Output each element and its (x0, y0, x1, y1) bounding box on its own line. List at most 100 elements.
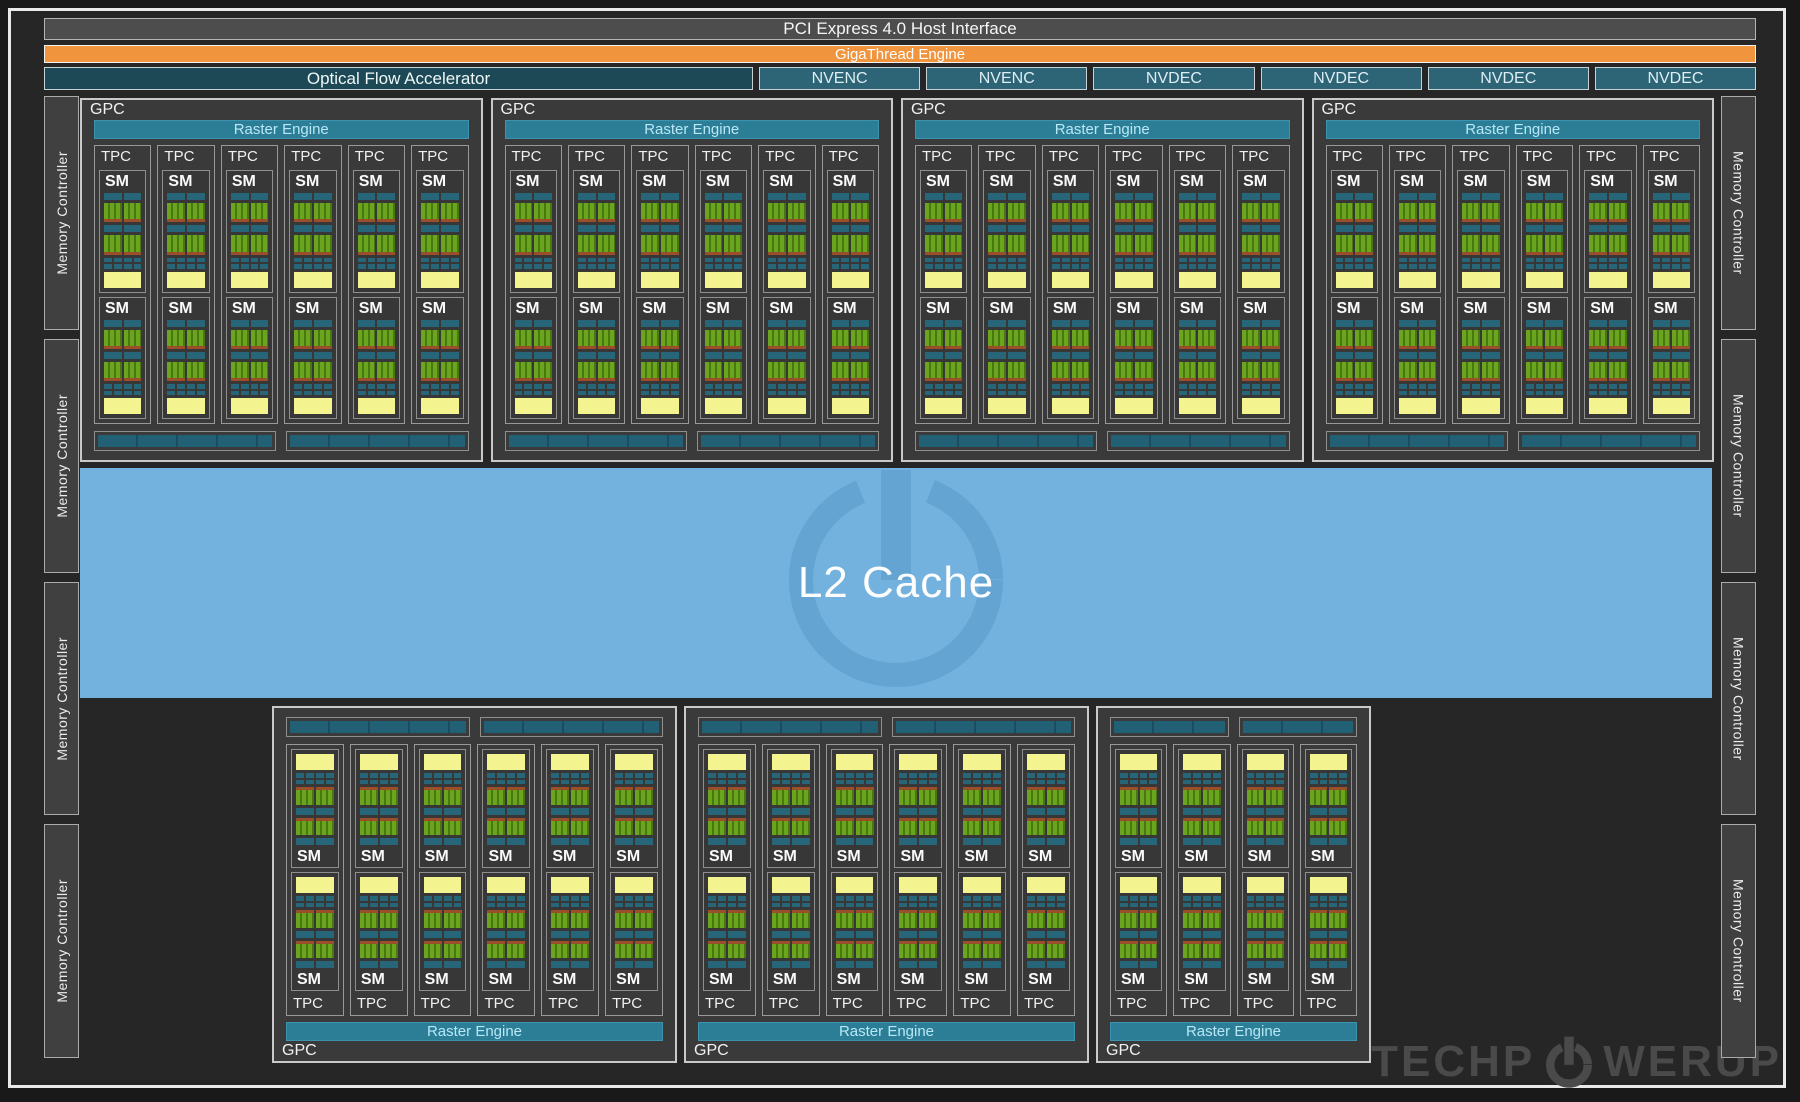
sm-scheduler-strip (1653, 320, 1690, 327)
sm-scheduler-strip (836, 931, 874, 938)
sm-label: SM (708, 848, 746, 865)
memory-controller-label: Memory Controller (1731, 151, 1747, 275)
sm-block: SM (700, 170, 747, 293)
tpc-label: TPC (1110, 148, 1157, 166)
sm-block: SM (1331, 297, 1378, 420)
tpc-label: TPC (99, 148, 146, 166)
sm-scheduler-strip (231, 320, 268, 327)
sm-core-array (1526, 330, 1563, 349)
sm-block: SM (831, 872, 879, 991)
tpc-block: TPCSMSM (286, 744, 344, 1016)
sm-core-array (1052, 330, 1089, 349)
sm-register-block (231, 398, 268, 414)
memory-controller-label: Memory Controller (54, 151, 70, 275)
sm-lsu-grid (899, 896, 937, 907)
sm-block: SM (291, 749, 339, 868)
sm-lsu-grid (1399, 258, 1436, 269)
sm-block: SM (610, 872, 658, 991)
sm-register-block (360, 877, 398, 893)
sm-scheduler-strip (1526, 193, 1563, 200)
sm-scheduler-strip (708, 961, 746, 968)
sm-label: SM (925, 173, 962, 190)
tpc-label: TPC (894, 995, 942, 1013)
sm-scheduler-strip (705, 320, 742, 327)
sm-scheduler-strip (1589, 193, 1626, 200)
sm-scheduler-strip (705, 352, 742, 359)
sm-core-array (836, 818, 874, 836)
sm-label: SM (899, 848, 937, 865)
sm-block: SM (1022, 872, 1070, 991)
sm-register-block (641, 272, 678, 288)
sm-scheduler-strip (424, 808, 462, 815)
tpc-label: TPC (958, 995, 1006, 1013)
sm-scheduler-strip (1589, 352, 1626, 359)
sm-scheduler-strip (1120, 808, 1157, 815)
sm-scheduler-strip (925, 225, 962, 232)
sm-label: SM (1399, 300, 1436, 317)
sm-core-array (988, 362, 1025, 381)
sm-core-array (1526, 203, 1563, 222)
sm-scheduler-strip (1242, 225, 1279, 232)
raster-engine-label: Raster Engine (1465, 121, 1560, 138)
sm-core-array (641, 203, 678, 222)
sm-scheduler-strip (641, 320, 678, 327)
sm-core-array (515, 203, 552, 222)
sm-scheduler-strip (578, 193, 615, 200)
sm-lsu-grid (1179, 384, 1216, 395)
sm-block: SM (763, 170, 810, 293)
sm-block: SM (610, 749, 658, 868)
sm-label: SM (1242, 173, 1279, 190)
sm-core-array (424, 941, 462, 959)
raster-engine-bar: Raster Engine (915, 120, 1290, 139)
sm-core-array (487, 818, 525, 836)
raster-engine-label: Raster Engine (1186, 1023, 1281, 1040)
sm-scheduler-strip (358, 320, 395, 327)
sm-scheduler-strip (1310, 931, 1347, 938)
sm-lsu-grid (1027, 896, 1065, 907)
sm-scheduler-strip (705, 225, 742, 232)
sm-scheduler-strip (1120, 931, 1157, 938)
codec-unit-label: NVDEC (1146, 70, 1202, 88)
sm-label: SM (1242, 300, 1279, 317)
tpc-label: TPC (1584, 148, 1631, 166)
sm-label: SM (705, 300, 742, 317)
tpc-label: TPC (226, 148, 273, 166)
sm-block: SM (1174, 297, 1221, 420)
sm-scheduler-strip (708, 808, 746, 815)
sm-block: SM (1394, 170, 1441, 293)
sm-register-block (768, 398, 805, 414)
sm-label: SM (578, 300, 615, 317)
tpc-block: TPCSMSM (94, 145, 151, 424)
sm-block: SM (894, 872, 942, 991)
sm-lsu-grid (1526, 258, 1563, 269)
tpc-label: TPC (767, 995, 815, 1013)
tpc-label: TPC (291, 995, 339, 1013)
sm-label: SM (551, 848, 589, 865)
rop-strip (1518, 431, 1700, 451)
sm-label: SM (1179, 300, 1216, 317)
sm-register-block (1589, 398, 1626, 414)
sm-lsu-grid (104, 258, 141, 269)
sm-scheduler-strip (772, 961, 810, 968)
sm-scheduler-strip (832, 225, 869, 232)
sm-lsu-grid (551, 896, 589, 907)
sm-register-block (1052, 272, 1089, 288)
sm-scheduler-strip (487, 808, 525, 815)
sm-core-array (360, 910, 398, 928)
sm-label: SM (832, 173, 869, 190)
sm-label: SM (424, 971, 462, 988)
sm-register-block (358, 398, 395, 414)
sm-lsu-grid (1653, 384, 1690, 395)
sm-scheduler-strip (1183, 961, 1220, 968)
sm-core-array (1052, 203, 1089, 222)
tpc-block: TPCSMSM (978, 145, 1035, 424)
sm-block: SM (1178, 749, 1225, 868)
sm-lsu-grid (1179, 258, 1216, 269)
sm-block: SM (289, 170, 336, 293)
sm-scheduler-strip (296, 838, 334, 845)
sm-core-array (360, 787, 398, 805)
sm-scheduler-strip (515, 225, 552, 232)
sm-label: SM (988, 173, 1025, 190)
codec-unit-nvenc: NVENC (926, 67, 1087, 90)
sm-label: SM (1589, 300, 1626, 317)
